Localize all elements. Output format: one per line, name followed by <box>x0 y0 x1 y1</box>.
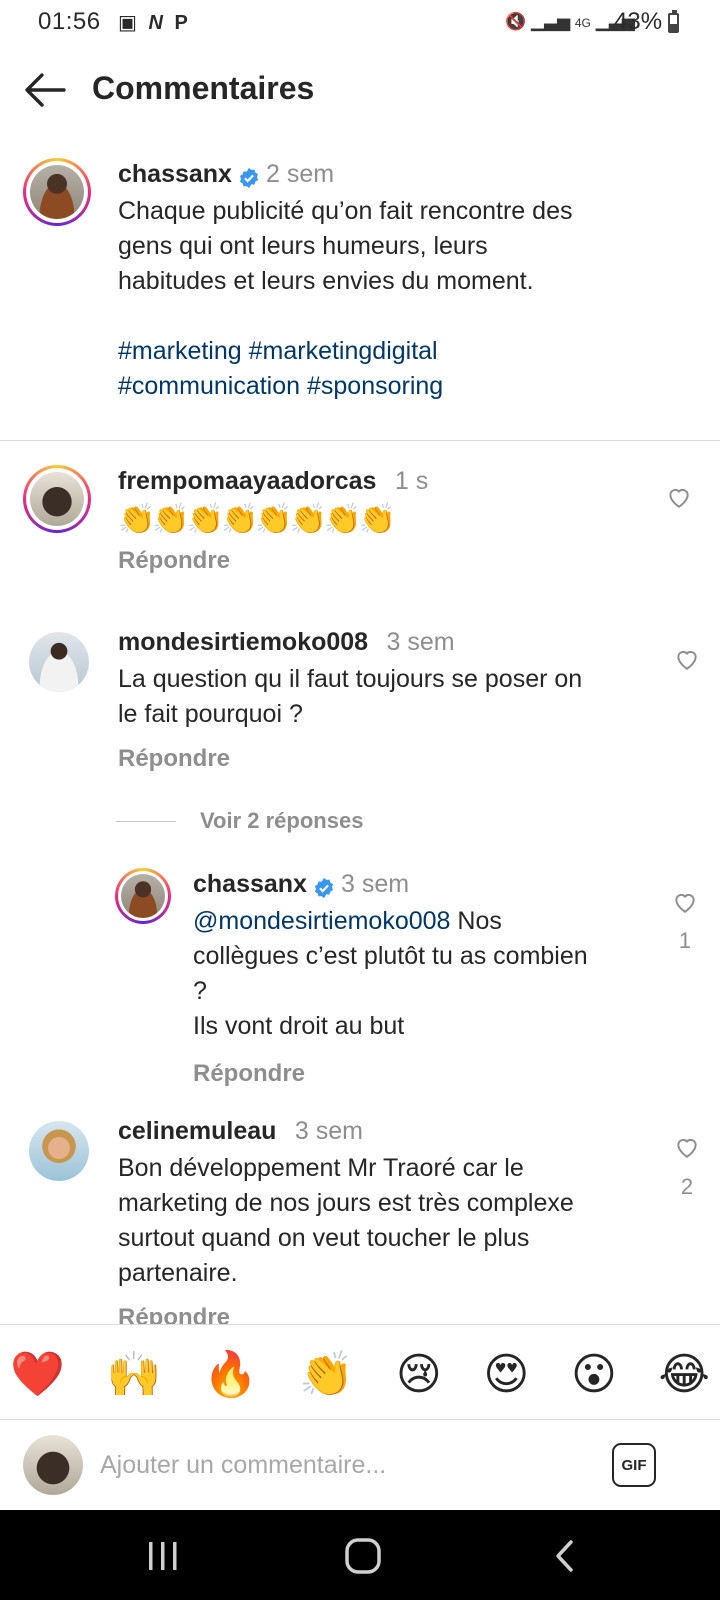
system-nav-bar <box>0 1510 720 1600</box>
reply-clip: Répondre <box>118 1292 318 1324</box>
reaction-fire[interactable]: 🔥 <box>203 1345 258 1405</box>
heart-icon[interactable] <box>674 1134 700 1160</box>
back-nav-button[interactable] <box>551 1538 579 1574</box>
avatar[interactable] <box>23 465 91 533</box>
reply-button[interactable]: Répondre <box>118 547 230 575</box>
comment-input[interactable] <box>100 1440 580 1490</box>
verified-badge-icon <box>239 167 259 188</box>
reply-button[interactable]: Répondre <box>193 1060 305 1088</box>
recent-apps-button[interactable] <box>145 1539 181 1573</box>
reply-button[interactable]: Répondre <box>118 1304 318 1324</box>
nfc-icon: N <box>148 12 163 34</box>
status-left-icons: ▣ N P <box>118 10 188 35</box>
username[interactable]: frempomaayaadorcas <box>118 467 376 495</box>
comment-text: @mondesirtiemoko008 Nos collègues c’est … <box>193 907 588 1040</box>
comment-header: mondesirtiemoko008 3 sem <box>118 628 455 657</box>
comment-header: celinemuleau 3 sem <box>118 1117 363 1146</box>
reply-button[interactable]: Répondre <box>118 745 230 773</box>
back-button[interactable] <box>22 66 70 114</box>
username[interactable]: chassanx <box>193 870 307 898</box>
reaction-clap[interactable]: 👏 <box>299 1345 354 1405</box>
heart-icon[interactable] <box>672 889 698 915</box>
battery-icon <box>668 10 679 33</box>
page-title: Commentaires <box>92 70 315 106</box>
post-caption: Chaque publicité qu’on fait rencontre de… <box>118 194 708 404</box>
post-header: chassanx 2 sem <box>118 160 334 189</box>
like-count: 2 <box>680 1174 694 1199</box>
mute-icon: 🔇 <box>505 12 527 31</box>
reaction-heart-eyes[interactable]: 😍 <box>483 1345 529 1405</box>
avatar[interactable] <box>115 868 171 924</box>
reaction-laughing[interactable]: 😂 <box>659 1345 710 1405</box>
time-ago: 1 s <box>394 467 429 495</box>
signal-icon: ▁▃▅ <box>530 12 571 31</box>
image-icon: ▣ <box>118 12 137 34</box>
reaction-heart[interactable]: ❤️ <box>10 1345 65 1405</box>
status-time: 01:56 <box>38 8 101 35</box>
avatar[interactable] <box>29 1121 89 1181</box>
time-ago: 2 sem <box>265 160 335 188</box>
comment-text: 👏👏👏👏👏👏👏👏 <box>118 503 396 536</box>
view-replies-line <box>116 821 176 822</box>
heart-icon[interactable] <box>666 484 692 510</box>
like-count: 1 <box>678 928 692 953</box>
parking-icon: P <box>174 12 188 34</box>
reaction-bar: ❤️ 🙌 🔥 👏 😢 😍 😮 😂 <box>10 1345 710 1405</box>
avatar[interactable] <box>23 158 91 226</box>
comment-header: chassanx 3 sem <box>193 870 409 899</box>
username[interactable]: chassanx <box>118 160 232 188</box>
battery-percent: 43% <box>614 8 663 35</box>
comment-text: La question qu il faut toujours se poser… <box>118 665 583 728</box>
time-ago: 3 sem <box>386 628 455 656</box>
verified-badge-icon <box>314 877 334 898</box>
view-replies-button[interactable]: Voir 2 réponses <box>200 808 363 834</box>
avatar <box>23 1435 83 1495</box>
hashtags[interactable]: #communication #sponsoring <box>118 369 708 404</box>
time-ago: 3 sem <box>340 870 410 898</box>
hashtags[interactable]: #marketing #marketingdigital <box>118 334 708 369</box>
reaction-raising-hands[interactable]: 🙌 <box>106 1345 161 1405</box>
status-bar: 01:56 ▣ N P 🔇 ▁▃▅ 4G ▁▃▅ 43% <box>0 0 720 46</box>
username[interactable]: celinemuleau <box>118 1117 276 1145</box>
arrow-left-icon <box>25 73 66 107</box>
heart-icon[interactable] <box>674 646 700 672</box>
comment-header: frempomaayaadorcas 1 s <box>118 467 428 496</box>
divider <box>0 1419 720 1420</box>
avatar[interactable] <box>29 632 89 692</box>
time-ago: 3 sem <box>294 1117 363 1145</box>
mention-link[interactable]: @mondesirtiemoko008 <box>193 907 450 935</box>
reaction-surprised[interactable]: 😮 <box>571 1345 617 1405</box>
username[interactable]: mondesirtiemoko008 <box>118 628 368 656</box>
divider <box>0 1324 720 1325</box>
divider <box>0 440 720 441</box>
network-type: 4G <box>574 16 591 30</box>
comment-text: Bon développement Mr Traoré car le marke… <box>118 1154 574 1287</box>
home-button[interactable] <box>344 1537 382 1575</box>
gif-button[interactable]: GIF <box>612 1443 656 1487</box>
reaction-crying[interactable]: 😢 <box>396 1345 442 1405</box>
